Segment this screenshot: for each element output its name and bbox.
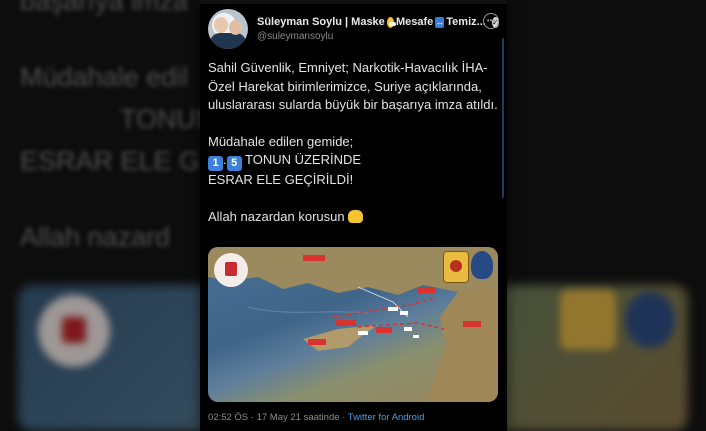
more-options-icon[interactable]: ••• (483, 13, 499, 29)
tweet-paragraph: ESRAR ELE GEÇİRİLDİ! (208, 172, 354, 187)
tweet-text: Sahil Güvenlik, Emniyet; Narkotik-Havacı… (208, 59, 498, 226)
mask-emoji-icon (386, 16, 397, 28)
police-emblem-icon (471, 251, 493, 279)
tweet-paragraph: 1.5 TONUN ÜZERİNDE (208, 151, 498, 171)
display-name-end[interactable]: Temiz... (446, 16, 486, 28)
author-handle[interactable]: @suleymansoylu (257, 31, 333, 42)
author-name-row[interactable]: Süleyman Soylu | Maske Mesafe ↔ Temiz...… (257, 14, 499, 30)
coast-guard-emblem-icon (214, 253, 248, 287)
tweet-source-link[interactable]: Twitter for Android (348, 412, 425, 423)
tweet-paragraph: Allah nazardan korusun (208, 208, 498, 227)
tweet-text-span: Allah nazardan korusun (208, 208, 345, 224)
tweet-paragraph: Sahil Güvenlik, Emniyet; Narkotik-Havacı… (208, 60, 498, 112)
keycap-five-emoji-icon: 5 (226, 156, 242, 171)
tweet-paragraph: Müdahale edilen gemide; (208, 133, 354, 149)
scrollbar[interactable] (502, 38, 504, 198)
tweet-date[interactable]: 17 May 21 saatinde (257, 412, 340, 423)
gendarmerie-emblem-icon (443, 251, 469, 283)
keycap-one-emoji-icon: 1 (208, 156, 223, 171)
left-right-arrow-emoji-icon: ↔ (435, 16, 445, 28)
tweet-card[interactable]: Süleyman Soylu | Maske Mesafe ↔ Temiz...… (200, 0, 507, 431)
tweet-metadata: 02:52 ÖS · 17 May 21 saatinde · Twitter … (208, 412, 425, 423)
display-name[interactable]: Süleyman Soylu | Maske (257, 16, 385, 28)
avatar[interactable] (208, 9, 248, 49)
hands-emoji-icon (347, 209, 363, 223)
tweet-media-map[interactable] (208, 247, 498, 402)
tweet-text-span: TONUN ÜZERİNDE (241, 152, 362, 167)
display-name-mid[interactable]: Mesafe (396, 16, 433, 28)
tweet-time[interactable]: 02:52 ÖS (208, 412, 248, 423)
